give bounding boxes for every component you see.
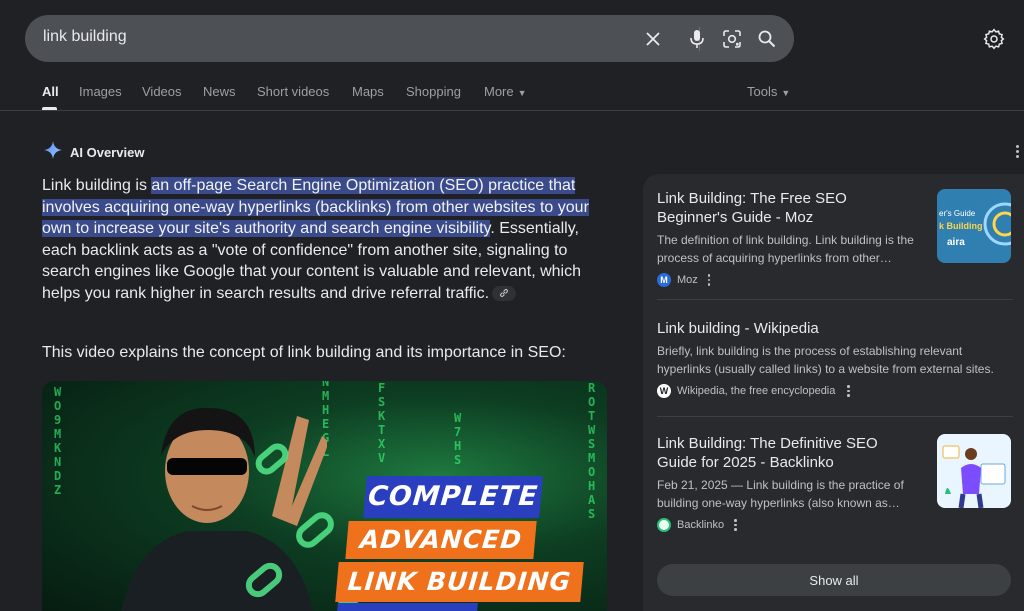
search-tabs: All Images Videos News Short videos Maps… xyxy=(0,84,1024,111)
lens-camera-icon[interactable] xyxy=(719,26,745,52)
moz-thumbnail[interactable]: er's Guide k Building aira xyxy=(937,189,1011,263)
source-title[interactable]: Link Building: The Definitive SEO Guide … xyxy=(657,434,917,472)
tabs-divider xyxy=(0,110,1024,111)
thumb-logo-text: aira xyxy=(947,237,965,248)
source-name: Moz xyxy=(677,274,698,286)
card-divider xyxy=(657,299,1013,300)
clear-icon[interactable] xyxy=(640,26,666,52)
tab-short-videos[interactable]: Short videos xyxy=(257,84,329,99)
card-divider xyxy=(657,416,1013,417)
thumb-caption: er's Guide xyxy=(939,209,976,218)
search-input[interactable]: link building xyxy=(43,28,127,46)
video-banner-link-building: LINK BUILDING xyxy=(335,562,584,602)
source-name: Backlinko xyxy=(677,519,725,531)
ai-overview-header: AI Overview xyxy=(44,141,144,164)
thumb-caption: k Building xyxy=(939,221,983,231)
thumb-illustration xyxy=(942,445,1006,508)
caret-down-icon: ▼ xyxy=(781,87,791,98)
source-snippet: Feb 21, 2025 — Link building is the prac… xyxy=(657,478,904,510)
video-thumbnail[interactable]: WO9MKNDZ NMHEGL FSKTXV W7HS ROTWSMOHAS C… xyxy=(42,381,607,611)
matrix-code-decoration: W7HS xyxy=(454,411,462,467)
video-intro-text: This video explains the concept of link … xyxy=(42,344,566,361)
more-options-icon[interactable] xyxy=(1011,141,1023,161)
more-options-icon[interactable] xyxy=(847,385,850,397)
overview-intro: Link building is xyxy=(42,177,152,194)
source-attribution: Backlinko xyxy=(657,518,1013,532)
source-snippet: Briefly, link building is the process of… xyxy=(657,344,994,376)
tab-shopping[interactable]: Shopping xyxy=(406,84,461,99)
search-bar[interactable]: link building xyxy=(25,15,794,62)
ai-overview-text: Link building is an off-page Search Engi… xyxy=(42,175,612,304)
tab-maps[interactable]: Maps xyxy=(352,84,384,99)
source-title[interactable]: Link building - Wikipedia xyxy=(657,319,1013,338)
tools-button[interactable]: Tools ▼ xyxy=(747,84,790,99)
microphone-icon[interactable] xyxy=(684,26,710,52)
tab-videos[interactable]: Videos xyxy=(142,84,182,99)
sources-panel: Link Building: The Free SEO Beginner's G… xyxy=(643,174,1024,611)
source-name: Wikipedia, the free encyclopedia xyxy=(677,385,836,397)
settings-gear-icon[interactable] xyxy=(981,26,1007,52)
source-card-wikipedia[interactable]: Link building - Wikipedia Briefly, link … xyxy=(657,319,1013,398)
more-options-icon[interactable] xyxy=(734,519,737,531)
video-banner-advanced: ADVANCED xyxy=(345,521,537,559)
sparkle-icon xyxy=(44,141,62,164)
matrix-code-decoration: ROTWSMOHAS xyxy=(588,381,596,521)
source-attribution: M Moz xyxy=(657,273,1013,287)
tab-news[interactable]: News xyxy=(203,84,236,99)
moz-favicon-icon: M xyxy=(657,273,671,287)
source-attribution: W Wikipedia, the free encyclopedia xyxy=(657,384,1013,398)
show-all-button[interactable]: Show all xyxy=(657,564,1011,596)
matrix-code-decoration: WO9MKNDZ xyxy=(54,385,62,497)
tab-more-label: More xyxy=(484,84,514,99)
source-snippet: The definition of link building. Link bu… xyxy=(657,233,914,265)
video-banner-strip xyxy=(336,603,478,611)
thumb-graphic xyxy=(983,202,1011,246)
caret-down-icon: ▼ xyxy=(517,87,527,98)
video-banner-complete: COMPLETE xyxy=(363,476,543,518)
tab-images[interactable]: Images xyxy=(79,84,122,99)
source-title[interactable]: Link Building: The Free SEO Beginner's G… xyxy=(657,189,917,227)
tools-label: Tools xyxy=(747,84,778,99)
tab-more[interactable]: More ▼ xyxy=(484,84,527,99)
search-icon[interactable] xyxy=(754,26,780,52)
backlinko-favicon-icon xyxy=(657,518,671,532)
tab-all[interactable]: All xyxy=(42,84,59,99)
more-options-icon[interactable] xyxy=(707,274,711,286)
ai-overview-label: AI Overview xyxy=(70,145,145,160)
wikipedia-favicon-icon: W xyxy=(657,384,671,398)
source-link-icon[interactable] xyxy=(492,285,517,301)
backlinko-thumbnail[interactable] xyxy=(937,434,1011,508)
